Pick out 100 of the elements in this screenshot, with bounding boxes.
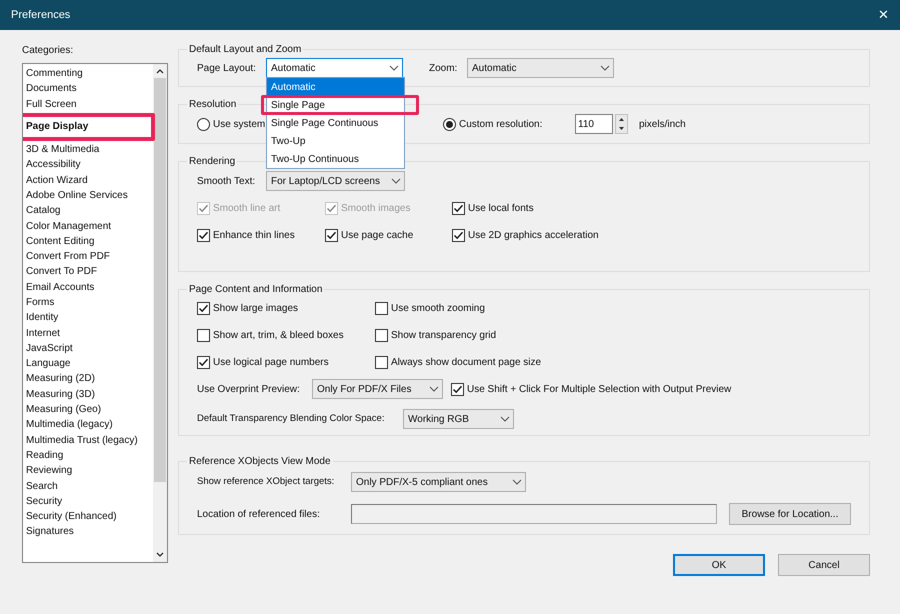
category-item[interactable]: JavaScript <box>23 340 73 356</box>
category-item[interactable]: Search <box>23 478 58 494</box>
field-label: Zoom: <box>429 62 458 76</box>
dropdown[interactable]: Automatic <box>266 58 403 78</box>
radio-button[interactable] <box>197 118 210 130</box>
category-item[interactable]: Measuring (Geo) <box>23 402 102 418</box>
menu-option[interactable]: Automatic <box>267 78 404 96</box>
category-item[interactable]: Internet <box>23 326 60 341</box>
category-item[interactable]: Documents <box>23 81 77 96</box>
menu-option[interactable]: Two-Up <box>267 132 404 150</box>
checkbox[interactable] <box>197 302 210 315</box>
category-item[interactable]: Catalog <box>23 203 60 218</box>
check-icon <box>453 203 464 214</box>
categories-label: Categories: <box>22 44 74 58</box>
field-label: Location of referenced files: <box>197 508 321 522</box>
field-label: Default Transparency Blending Color Space: <box>197 412 386 426</box>
category-item[interactable]: Multimedia (legacy) <box>23 417 113 432</box>
menu-option[interactable]: Single Page Continuous <box>267 114 404 132</box>
field-label: Page Layout: <box>197 62 257 76</box>
checkbox[interactable] <box>451 382 464 396</box>
check-icon <box>198 357 209 368</box>
window-title: Preferences <box>11 8 70 23</box>
menu-option[interactable]: Two-Up Continuous <box>267 150 404 168</box>
category-item[interactable]: 3D & Multimedia <box>23 142 100 158</box>
check-icon <box>453 230 464 241</box>
group-title: Reference XObjects View Mode <box>188 455 332 469</box>
checkbox-label: Smooth images <box>341 202 410 216</box>
category-item[interactable]: Forms <box>23 295 54 310</box>
checkbox-label: Always show document page size <box>391 356 542 370</box>
checkbox-label: Show large images <box>213 302 298 316</box>
group-title: Resolution <box>188 98 238 112</box>
dropdown[interactable]: Only For PDF/X Files <box>312 379 443 399</box>
checkbox-label: Enhance thin lines <box>213 229 295 243</box>
field-label: Smooth Text: <box>197 174 256 188</box>
category-item[interactable]: Language <box>23 356 70 372</box>
checkbox-label: Smooth line art <box>213 202 280 216</box>
radio-label: Custom resolution: <box>459 118 542 132</box>
checkbox-label: Show transparency grid <box>391 329 496 343</box>
group-title: Page Content and Information <box>188 283 324 297</box>
close-button[interactable]: ✕ <box>878 5 889 25</box>
checkbox[interactable] <box>197 229 210 242</box>
dropdown[interactable]: Only PDF/X-5 compliant ones <box>351 472 526 492</box>
category-item[interactable]: Action Wizard <box>23 172 88 188</box>
checkbox[interactable] <box>325 229 338 242</box>
category-item[interactable]: Identity <box>23 310 58 326</box>
checkbox[interactable] <box>375 329 388 342</box>
check-icon <box>198 303 209 314</box>
check-icon <box>198 230 209 241</box>
cancel-button[interactable]: Cancel <box>778 554 870 576</box>
category-item[interactable]: Multimedia Trust (legacy) <box>23 432 138 448</box>
category-item[interactable]: Security <box>23 494 62 509</box>
menu-option[interactable]: Single Page <box>267 96 404 114</box>
browse-button[interactable]: Browse for Location... <box>729 503 851 525</box>
category-item[interactable]: Page Display <box>23 119 88 134</box>
ok-button[interactable]: OK <box>673 554 765 576</box>
scrollbar-thumb[interactable] <box>154 78 166 482</box>
category-item[interactable]: Reviewing <box>23 463 72 478</box>
category-item[interactable]: Accessibility <box>23 157 80 172</box>
checkbox[interactable] <box>452 229 465 242</box>
category-item[interactable]: Content Editing <box>23 234 94 249</box>
checkbox[interactable] <box>197 356 210 369</box>
checkbox-label: Use local fonts <box>468 202 534 216</box>
category-item[interactable]: Full Screen <box>23 96 77 112</box>
checkbox-label: Use 2D graphics acceleration <box>468 229 599 243</box>
group-title: Rendering <box>188 155 236 169</box>
checkbox-label: Show art, trim, & bleed boxes <box>213 329 344 343</box>
field-label: Use Overprint Preview: <box>197 382 301 396</box>
category-item[interactable]: Reading <box>23 448 64 463</box>
field-label: Show reference XObject targets: <box>197 474 336 489</box>
checkbox[interactable] <box>375 302 388 315</box>
unit-label: pixels/inch <box>639 118 686 132</box>
category-item[interactable]: Email Accounts <box>23 280 94 295</box>
category-item[interactable]: Convert To PDF <box>23 264 97 280</box>
category-item[interactable]: Convert From PDF <box>23 249 110 264</box>
dropdown[interactable]: Automatic <box>467 58 614 78</box>
check-icon <box>326 203 337 214</box>
check-icon <box>326 230 337 241</box>
category-item[interactable]: Signatures <box>23 524 74 540</box>
category-item[interactable]: Measuring (3D) <box>23 386 95 402</box>
input-field[interactable] <box>351 504 717 524</box>
checkbox-label: Use logical page numbers <box>213 356 329 370</box>
checkbox[interactable] <box>452 202 465 215</box>
checkbox[interactable] <box>197 329 210 342</box>
category-item[interactable]: Measuring (2D) <box>23 371 95 386</box>
check-icon <box>452 384 463 394</box>
dropdown[interactable]: For Laptop/LCD screens <box>266 171 405 191</box>
category-item[interactable]: Commenting <box>23 66 83 82</box>
radio-label: Use system <box>213 118 266 132</box>
category-item[interactable]: Adobe Online Services <box>23 188 128 203</box>
spin-buttons[interactable] <box>615 114 628 134</box>
category-item[interactable]: Color Management <box>23 218 112 234</box>
dropdown[interactable]: Working RGB <box>403 409 514 429</box>
group-title: Default Layout and Zoom <box>188 43 302 57</box>
checkbox[interactable] <box>375 356 388 369</box>
checkbox-label: Use smooth zooming <box>391 302 485 316</box>
checkbox-label: Use Shift + Click For Multiple Selection with Output Preview <box>467 382 732 396</box>
radio-button[interactable] <box>443 118 456 130</box>
checkbox-label: Use page cache <box>341 229 414 243</box>
number-field[interactable]: 110 <box>575 114 613 134</box>
category-item[interactable]: Security (Enhanced) <box>23 509 117 524</box>
